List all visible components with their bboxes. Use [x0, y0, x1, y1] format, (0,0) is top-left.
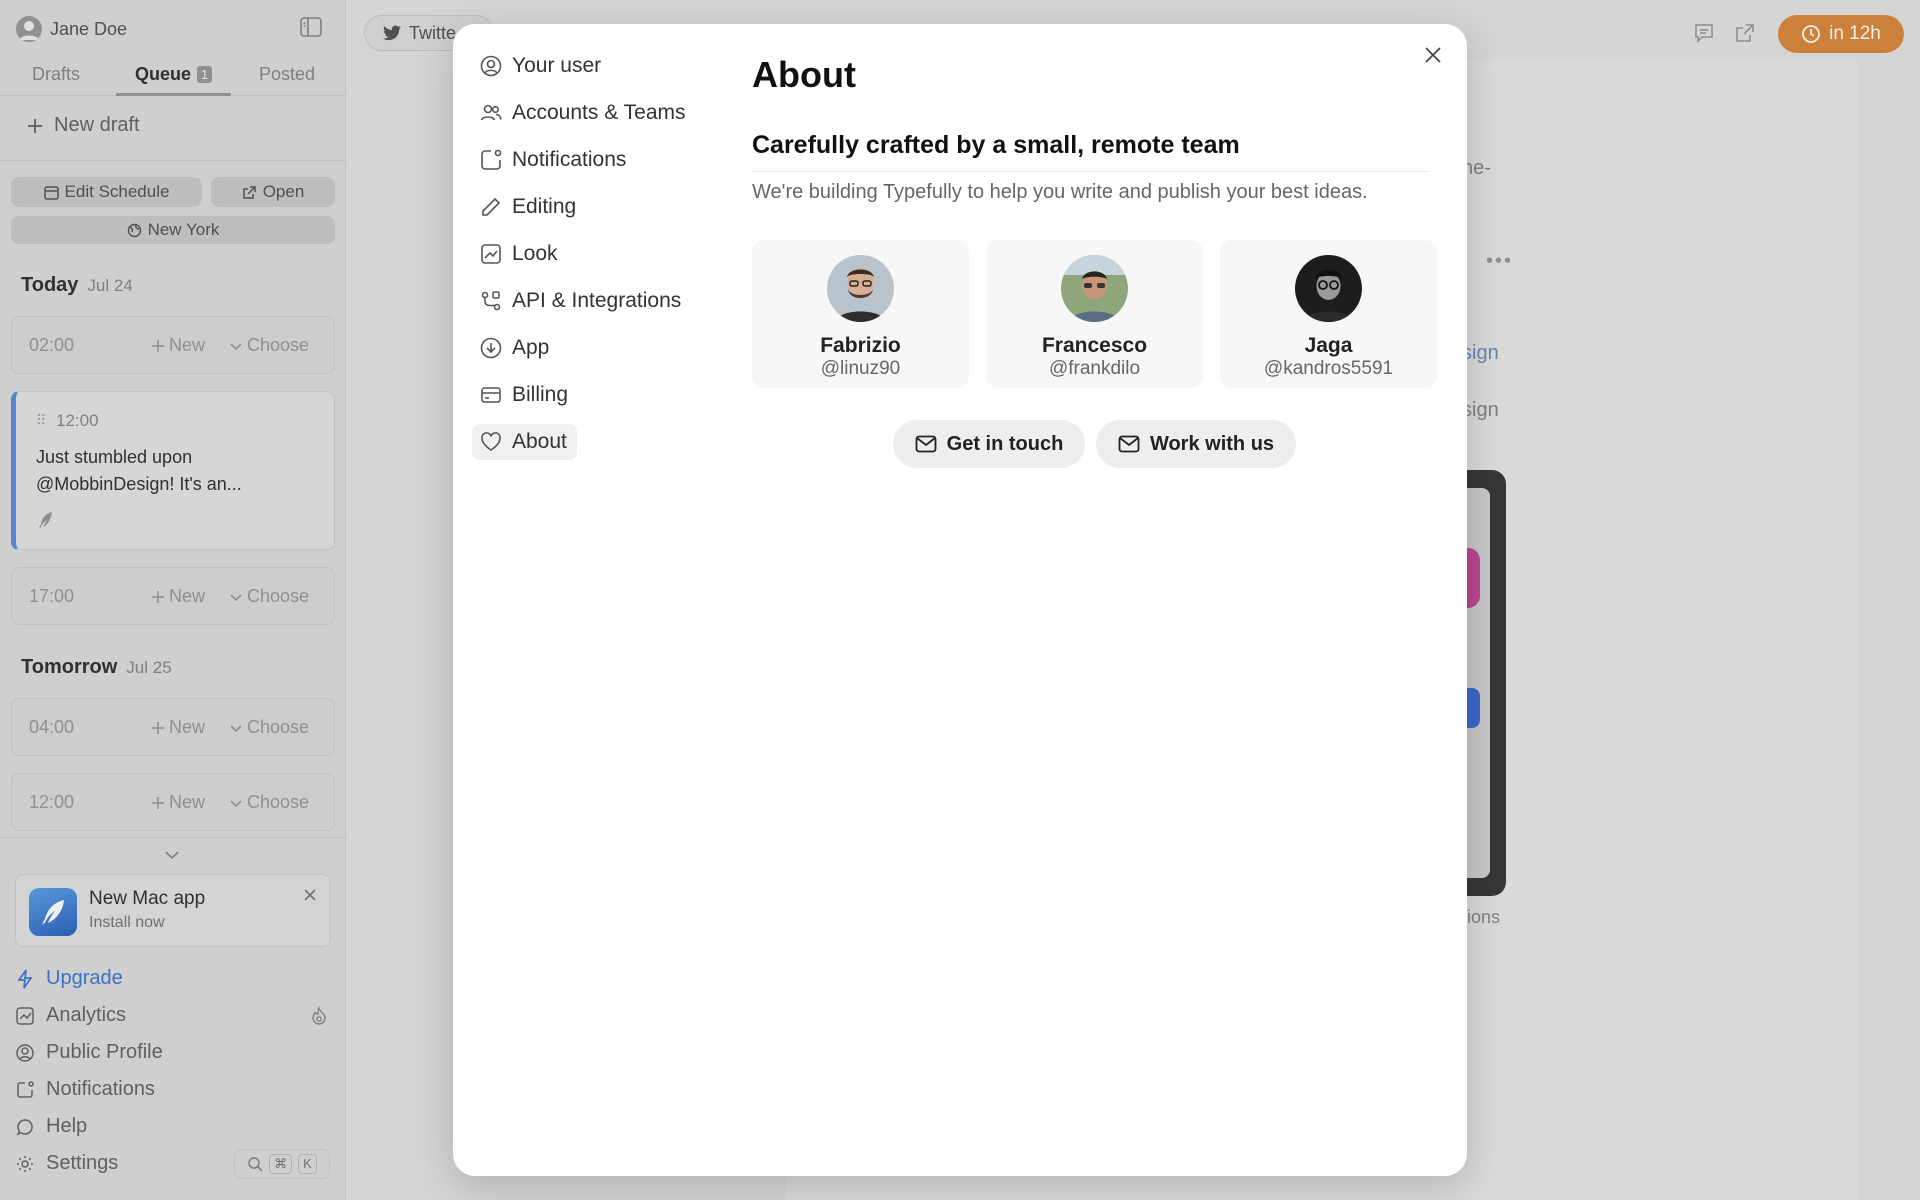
team-member-card[interactable]: Fabrizio @linuz90	[752, 240, 969, 388]
pencil-icon	[480, 196, 502, 218]
settings-modal: Your user Accounts & Teams Notifications…	[453, 24, 1467, 1176]
notification-icon	[480, 149, 502, 171]
user-circle-icon	[480, 55, 502, 77]
team-member-name: Francesco	[1041, 334, 1148, 357]
team-member-name: Fabrizio	[820, 334, 901, 357]
menu-label: API & Integrations	[512, 289, 682, 312]
menu-item-accounts-teams[interactable]: Accounts & Teams	[472, 95, 696, 131]
avatar	[1061, 255, 1128, 322]
mail-icon	[1118, 435, 1140, 453]
section-heading: Carefully crafted by a small, remote tea…	[752, 131, 1240, 159]
menu-item-billing[interactable]: Billing	[472, 377, 578, 413]
menu-item-api-integrations[interactable]: API & Integrations	[472, 283, 691, 319]
page-title: About	[752, 54, 856, 95]
work-with-us-button[interactable]: Work with us	[1096, 420, 1296, 468]
team-member-handle[interactable]: @linuz90	[752, 358, 969, 380]
mail-icon	[915, 435, 937, 453]
work-with-us-label: Work with us	[1149, 432, 1275, 455]
avatar	[1295, 255, 1362, 322]
team-member-card[interactable]: Francesco @frankdilo	[986, 240, 1203, 388]
users-icon	[480, 102, 502, 124]
team-member-handle[interactable]: @kandros5591	[1220, 358, 1437, 380]
team-member-name: Jaga	[1304, 334, 1353, 357]
avatar	[827, 255, 894, 322]
menu-label: Billing	[512, 383, 569, 406]
menu-label: Editing	[512, 195, 577, 218]
heart-icon	[480, 431, 502, 453]
close-icon[interactable]	[1422, 44, 1444, 66]
download-circle-icon	[480, 337, 502, 359]
menu-label: Your user	[512, 54, 602, 77]
menu-item-notifications[interactable]: Notifications	[472, 142, 636, 178]
get-in-touch-label: Get in touch	[946, 432, 1064, 455]
menu-item-about[interactable]: About	[472, 424, 577, 460]
chart-icon	[480, 243, 502, 265]
menu-label: Accounts & Teams	[512, 101, 686, 124]
menu-label: App	[512, 336, 550, 359]
get-in-touch-button[interactable]: Get in touch	[893, 420, 1085, 468]
team-member-card[interactable]: Jaga @kandros5591	[1220, 240, 1437, 388]
divider	[752, 171, 1428, 172]
credit-card-icon	[480, 384, 502, 406]
menu-item-editing[interactable]: Editing	[472, 189, 586, 225]
integrations-icon	[480, 290, 502, 312]
menu-label: About	[512, 430, 567, 453]
menu-item-app[interactable]: App	[472, 330, 559, 366]
team-member-handle[interactable]: @frankdilo	[986, 358, 1203, 380]
menu-label: Look	[512, 242, 558, 265]
menu-item-your-user[interactable]: Your user	[472, 48, 611, 84]
menu-label: Notifications	[512, 148, 627, 171]
menu-item-look[interactable]: Look	[472, 236, 568, 272]
section-description: We're building Typefully to help you wri…	[752, 181, 1368, 203]
